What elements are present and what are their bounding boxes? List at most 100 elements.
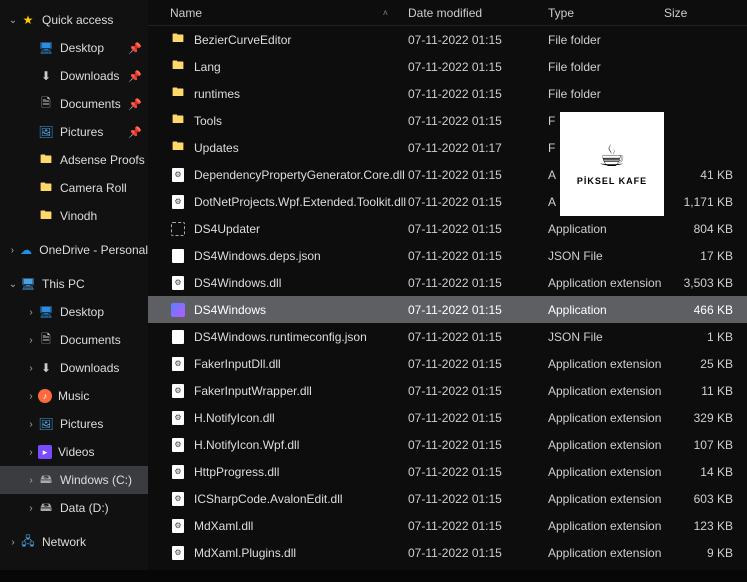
nav-pc-item[interactable]: ›🖼Pictures xyxy=(0,410,148,438)
nav-pc-item[interactable]: ›🖥Desktop xyxy=(0,298,148,326)
table-row[interactable]: H.NotifyIcon.dll07-11-2022 01:15Applicat… xyxy=(148,404,747,431)
nav-onedrive[interactable]: › ☁ OneDrive - Personal xyxy=(0,236,148,264)
cell-name: 🖿Updates xyxy=(160,140,408,156)
folder-icon: 🖿 xyxy=(38,180,54,196)
cell-size: 14 KB xyxy=(664,465,747,479)
nav-pc-item[interactable]: ›Videos xyxy=(0,438,148,466)
cell-type: Application extension xyxy=(548,546,664,560)
dll-icon xyxy=(170,410,186,426)
dll-icon xyxy=(170,545,186,561)
table-row[interactable]: HttpProgress.dll07-11-2022 01:15Applicat… xyxy=(148,458,747,485)
nav-label: OneDrive - Personal xyxy=(39,243,148,257)
cell-type: Application xyxy=(548,222,664,236)
col-header-date[interactable]: Date modified xyxy=(408,6,548,20)
col-header-size[interactable]: Size xyxy=(664,6,747,20)
nav-pc-item[interactable]: ›Music xyxy=(0,382,148,410)
table-row[interactable]: H.NotifyIcon.Wpf.dll07-11-2022 01:15Appl… xyxy=(148,431,747,458)
dll-icon xyxy=(170,194,186,210)
table-row[interactable]: 🖿Lang07-11-2022 01:15File folder xyxy=(148,53,747,80)
document-icon: 🗎 xyxy=(38,96,54,112)
pin-icon: 📌 xyxy=(128,126,142,139)
nav-quick-item[interactable]: 🖿Vinodh xyxy=(0,202,148,230)
nav-quick-item[interactable]: 🖿Adsense Proofs xyxy=(0,146,148,174)
cell-name: ICSharpCode.AvalonEdit.dll xyxy=(160,491,408,507)
nav-quick-access[interactable]: ⌄ ★ Quick access xyxy=(0,6,148,34)
cell-type: File folder xyxy=(548,60,664,74)
file-name: HttpProgress.dll xyxy=(194,465,279,479)
nav-label: Desktop xyxy=(60,41,104,55)
dll-icon xyxy=(170,518,186,534)
table-row[interactable]: FakerInputWrapper.dll07-11-2022 01:15App… xyxy=(148,377,747,404)
dll-icon xyxy=(170,437,186,453)
file-icon xyxy=(170,329,186,345)
cell-size: 804 KB xyxy=(664,222,747,236)
cell-name: FakerInputWrapper.dll xyxy=(160,383,408,399)
file-name: Updates xyxy=(194,141,239,155)
nav-this-pc[interactable]: ⌄ 🖥 This PC xyxy=(0,270,148,298)
nav-label: Network xyxy=(42,535,86,549)
cell-size: 1,171 KB xyxy=(664,195,747,209)
dll-icon xyxy=(170,167,186,183)
col-header-type[interactable]: Type xyxy=(548,6,664,20)
dll-icon xyxy=(170,356,186,372)
table-row[interactable]: ICSharpCode.AvalonEdit.dll07-11-2022 01:… xyxy=(148,485,747,512)
chevron-right-icon: › xyxy=(24,475,38,486)
cell-date: 07-11-2022 01:15 xyxy=(408,249,548,263)
chevron-right-icon: › xyxy=(6,245,19,256)
cell-size: 41 KB xyxy=(664,168,747,182)
cell-date: 07-11-2022 01:15 xyxy=(408,222,548,236)
nav-label: Downloads xyxy=(60,69,119,83)
dll-icon xyxy=(170,464,186,480)
cell-date: 07-11-2022 01:15 xyxy=(408,195,548,209)
monitor-icon: 🖥 xyxy=(20,276,36,292)
nav-tree: ⌄ ★ Quick access 🖥Desktop📌⬇Downloads📌🗎Do… xyxy=(0,0,148,570)
table-row[interactable]: DS4Windows.dll07-11-2022 01:15Applicatio… xyxy=(148,269,747,296)
cell-name: DS4Windows.dll xyxy=(160,275,408,291)
nav-quick-item[interactable]: 🗎Documents📌 xyxy=(0,90,148,118)
table-row[interactable]: 🖿BezierCurveEditor07-11-2022 01:15File f… xyxy=(148,26,747,53)
chevron-right-icon: › xyxy=(24,363,38,374)
file-name: runtimes xyxy=(194,87,240,101)
cell-date: 07-11-2022 01:15 xyxy=(408,168,548,182)
nav-quick-item[interactable]: ⬇Downloads📌 xyxy=(0,62,148,90)
table-row[interactable]: 🖿runtimes07-11-2022 01:15File folder xyxy=(148,80,747,107)
chevron-right-icon: › xyxy=(24,335,38,346)
table-row[interactable]: DS4Windows.runtimeconfig.json07-11-2022 … xyxy=(148,323,747,350)
nav-quick-item[interactable]: 🖥Desktop📌 xyxy=(0,34,148,62)
chevron-right-icon: › xyxy=(24,503,38,514)
document-icon: 🗎 xyxy=(38,332,54,348)
table-row[interactable]: DS4Updater07-11-2022 01:15Application804… xyxy=(148,215,747,242)
nav-quick-item[interactable]: 🖼Pictures📌 xyxy=(0,118,148,146)
folder-icon: 🖿 xyxy=(170,59,186,75)
drive-icon: 🖴 xyxy=(38,500,54,516)
ds4windows-icon xyxy=(170,302,186,318)
nav-pc-item[interactable]: ›🖴 Data (D:) xyxy=(0,494,148,522)
file-icon xyxy=(170,248,186,264)
chevron-down-icon: ⌄ xyxy=(6,279,20,290)
folder-icon: 🖿 xyxy=(170,32,186,48)
col-header-name[interactable]: Name ˄ xyxy=(160,6,408,20)
nav-network[interactable]: › 🖧 Network xyxy=(0,528,148,556)
table-row[interactable]: MdXaml.Plugins.dll07-11-2022 01:15Applic… xyxy=(148,539,747,566)
table-row[interactable]: DS4Windows07-11-2022 01:15Application466… xyxy=(148,296,747,323)
table-row[interactable]: FakerInputDll.dll07-11-2022 01:15Applica… xyxy=(148,350,747,377)
nav-quick-item[interactable]: 🖿Camera Roll xyxy=(0,174,148,202)
cell-size: 17 KB xyxy=(664,249,747,263)
cell-date: 07-11-2022 01:15 xyxy=(408,60,548,74)
table-row[interactable]: MdXaml.dll07-11-2022 01:15Application ex… xyxy=(148,512,747,539)
cell-name: FakerInputDll.dll xyxy=(160,356,408,372)
nav-label: Data (D:) xyxy=(60,501,109,515)
cell-name: 🖿Lang xyxy=(160,59,408,75)
dll-icon xyxy=(170,383,186,399)
nav-pc-item[interactable]: ›🗎Documents xyxy=(0,326,148,354)
nav-pc-item[interactable]: ›🖴Windows (C:) xyxy=(0,466,148,494)
table-row[interactable]: DS4Windows.deps.json07-11-2022 01:15JSON… xyxy=(148,242,747,269)
nav-pc-item[interactable]: ›⬇Downloads xyxy=(0,354,148,382)
cell-date: 07-11-2022 01:15 xyxy=(408,519,548,533)
download-icon: ⬇ xyxy=(38,360,54,376)
cell-size: 329 KB xyxy=(664,411,747,425)
cell-name: H.NotifyIcon.dll xyxy=(160,410,408,426)
cell-name: 🖿BezierCurveEditor xyxy=(160,32,408,48)
cell-type: Application extension xyxy=(548,357,664,371)
desktop-icon: 🖥 xyxy=(38,40,54,56)
